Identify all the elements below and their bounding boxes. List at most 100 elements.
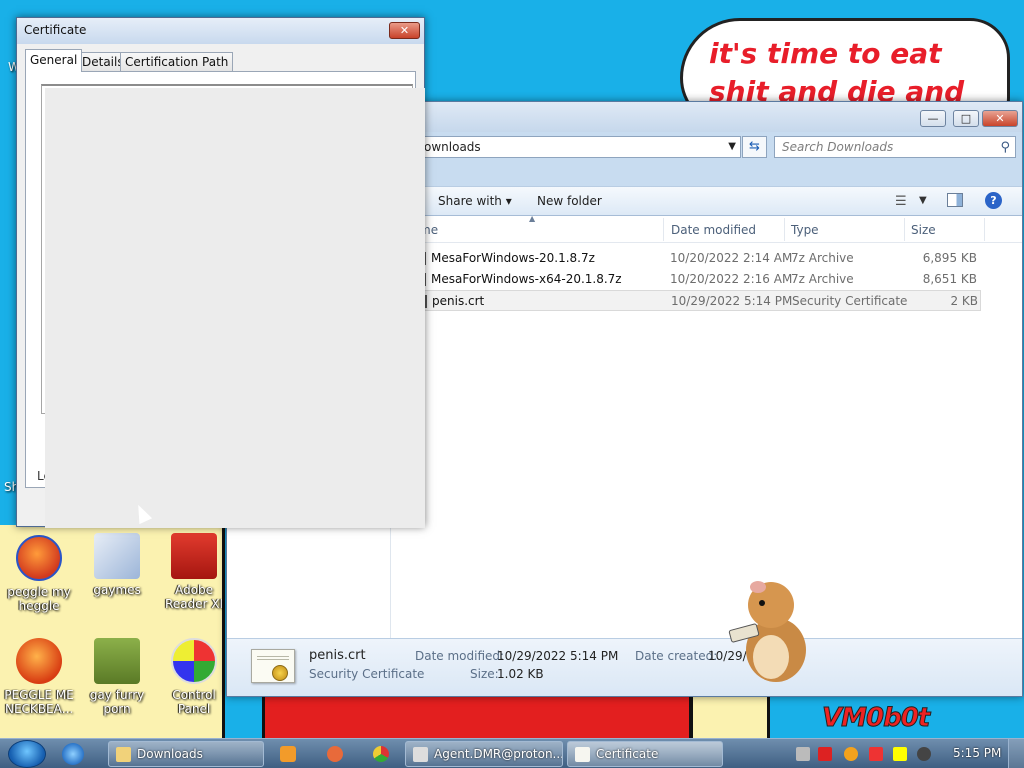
search-input[interactable]: Search Downloads ⚲ <box>774 136 1016 158</box>
file-row-selected[interactable]: penis.crt 10/29/2022 5:14 PM Security Ce… <box>391 290 981 311</box>
search-icon[interactable]: ⚲ <box>1000 138 1010 158</box>
tray-flag-icon[interactable] <box>869 747 883 761</box>
details-size-value: 1.02 KB <box>497 667 544 681</box>
taskbar-task-agent[interactable]: Agent.DMR@proton... <box>405 741 563 767</box>
desktop-icon-gaymes[interactable]: gaymes <box>78 533 156 597</box>
details-modified-label: Date modified: <box>415 649 505 663</box>
adobe-reader-icon <box>171 533 217 579</box>
tray-yellow-icon[interactable] <box>893 747 907 761</box>
start-button[interactable] <box>8 740 46 768</box>
file-date: 10/20/2022 2:16 AM <box>670 272 793 286</box>
file-type: 7z Archive <box>791 272 854 286</box>
share-with-button[interactable]: Share with ▾ <box>438 194 512 208</box>
file-list: ▲ me Date modified Type Size MesaForWind… <box>391 214 1022 638</box>
desktop-icon-label: Adobe Reader XI <box>164 583 224 611</box>
desktop-icon-adobe-reader[interactable]: Adobe Reader XI <box>155 533 233 611</box>
desktop-icon-label: gay furry porn <box>89 688 145 716</box>
desktop-icon-peggle-neckbeard[interactable]: PEGGLE ME NECKBEA... <box>0 638 78 716</box>
preview-pane-icon[interactable] <box>947 193 963 207</box>
tray-v-icon[interactable] <box>818 747 832 761</box>
file-date: 10/20/2022 2:14 AM <box>670 251 793 265</box>
tray-search-icon[interactable] <box>844 747 858 761</box>
unrendered-area <box>45 88 425 528</box>
search-placeholder: Search Downloads <box>782 140 894 154</box>
new-folder-button[interactable]: New folder <box>537 194 602 208</box>
clock[interactable]: 5:15 PM <box>953 746 1001 760</box>
chrome-icon[interactable] <box>373 746 389 762</box>
close-button[interactable]: ✕ <box>389 22 420 39</box>
column-size[interactable]: Size <box>911 223 936 237</box>
folder-icon <box>116 747 131 762</box>
folder-icon <box>94 533 140 579</box>
file-size: 6,895 KB <box>922 251 977 265</box>
chevron-down-icon[interactable]: ▼ <box>919 195 927 206</box>
hamster-box-icon <box>94 638 140 684</box>
tab-certification-path[interactable]: Certification Path <box>120 52 234 71</box>
desktop-icon-label: gaymes <box>93 583 141 597</box>
help-icon[interactable]: ? <box>985 192 1002 209</box>
file-row[interactable]: MesaForWindows-x64-20.1.8.7z 10/20/2022 … <box>391 269 981 290</box>
certificate-titlebar[interactable]: Certificate ✕ <box>17 18 424 44</box>
close-button[interactable]: ✕ <box>982 110 1018 127</box>
view-options-icon[interactable]: ☰ <box>895 194 907 209</box>
maximize-button[interactable]: □ <box>953 110 979 127</box>
internet-explorer-icon[interactable] <box>62 743 84 765</box>
desktop-icon-peggle[interactable]: peggle my heggle <box>0 535 78 613</box>
address-bar[interactable]: ownloads ▼ <box>417 136 741 158</box>
column-type[interactable]: Type <box>791 223 819 237</box>
column-date-modified[interactable]: Date modified <box>671 223 756 237</box>
media-player-icon[interactable] <box>280 746 296 762</box>
taskbar-task-label: Certificate <box>596 747 659 761</box>
column-separator[interactable] <box>904 218 905 241</box>
file-type: Security Certificate <box>792 294 908 308</box>
taskbar-task-label: Downloads <box>137 747 203 761</box>
chevron-down-icon[interactable]: ▼ <box>728 137 736 157</box>
desktop-icon-control-panel[interactable]: Control Panel <box>155 638 233 716</box>
column-separator[interactable] <box>984 218 985 241</box>
vmobot-watermark: VM0b0t <box>821 703 930 734</box>
certificate-lines <box>257 656 289 660</box>
hamster-belly <box>753 635 789 679</box>
details-size-label: Size: <box>470 667 499 681</box>
minimize-button[interactable]: — <box>920 110 946 127</box>
desktop-icon-label: peggle my heggle <box>7 585 71 613</box>
details-pane: penis.crt Security Certificate Date modi… <box>227 638 1022 696</box>
desktop-icon-furry[interactable]: gay furry porn <box>78 638 156 716</box>
hamster-eye <box>759 600 765 606</box>
taskbar-task-downloads[interactable]: Downloads <box>108 741 264 767</box>
taskbar-task-certificate[interactable]: Certificate <box>567 741 723 767</box>
tray-volume-icon[interactable] <box>917 747 931 761</box>
taskbar: Downloads Agent.DMR@proton... Certificat… <box>0 738 1024 768</box>
desktop-yellow-shape-right <box>690 690 770 738</box>
column-headers: ▲ me Date modified Type Size <box>391 214 1022 243</box>
share-with-label: Share with <box>438 194 502 208</box>
details-created-label: Date created: <box>635 649 718 663</box>
paint-icon[interactable] <box>327 746 343 762</box>
desktop-icon-label: Control Panel <box>172 688 216 716</box>
certificate-title: Certificate <box>24 23 87 37</box>
file-name: penis.crt <box>432 294 485 308</box>
certificate-dialog: Certificate ✕ General Details Certificat… <box>16 17 425 528</box>
refresh-icon[interactable]: ⇆ <box>742 136 767 158</box>
file-name: MesaForWindows-20.1.8.7z <box>431 251 595 265</box>
desktop-icon-label: PEGGLE ME NECKBEA... <box>4 688 74 716</box>
file-size: 8,651 KB <box>922 272 977 286</box>
file-size: 2 KB <box>950 294 978 308</box>
certificate-icon <box>575 747 590 762</box>
address-text: ownloads <box>424 140 481 154</box>
taskbar-task-label: Agent.DMR@proton... <box>434 747 563 761</box>
show-desktop-button[interactable] <box>1008 739 1024 768</box>
file-type: 7z Archive <box>791 251 854 265</box>
sort-arrow-icon: ▲ <box>529 214 536 223</box>
file-row[interactable]: MesaForWindows-20.1.8.7z 10/20/2022 2:14… <box>391 248 981 269</box>
desktop-red-shape <box>262 692 692 738</box>
peggle-icon <box>16 535 62 581</box>
tab-general[interactable]: General <box>25 49 83 72</box>
column-separator[interactable] <box>784 218 785 241</box>
file-date: 10/29/2022 5:14 PM <box>671 294 793 308</box>
peggle-icon <box>16 638 62 684</box>
file-name: MesaForWindows-x64-20.1.8.7z <box>431 272 622 286</box>
tray-network-icon[interactable] <box>796 747 810 761</box>
details-filetype: Security Certificate <box>309 667 425 681</box>
column-separator[interactable] <box>663 218 664 241</box>
